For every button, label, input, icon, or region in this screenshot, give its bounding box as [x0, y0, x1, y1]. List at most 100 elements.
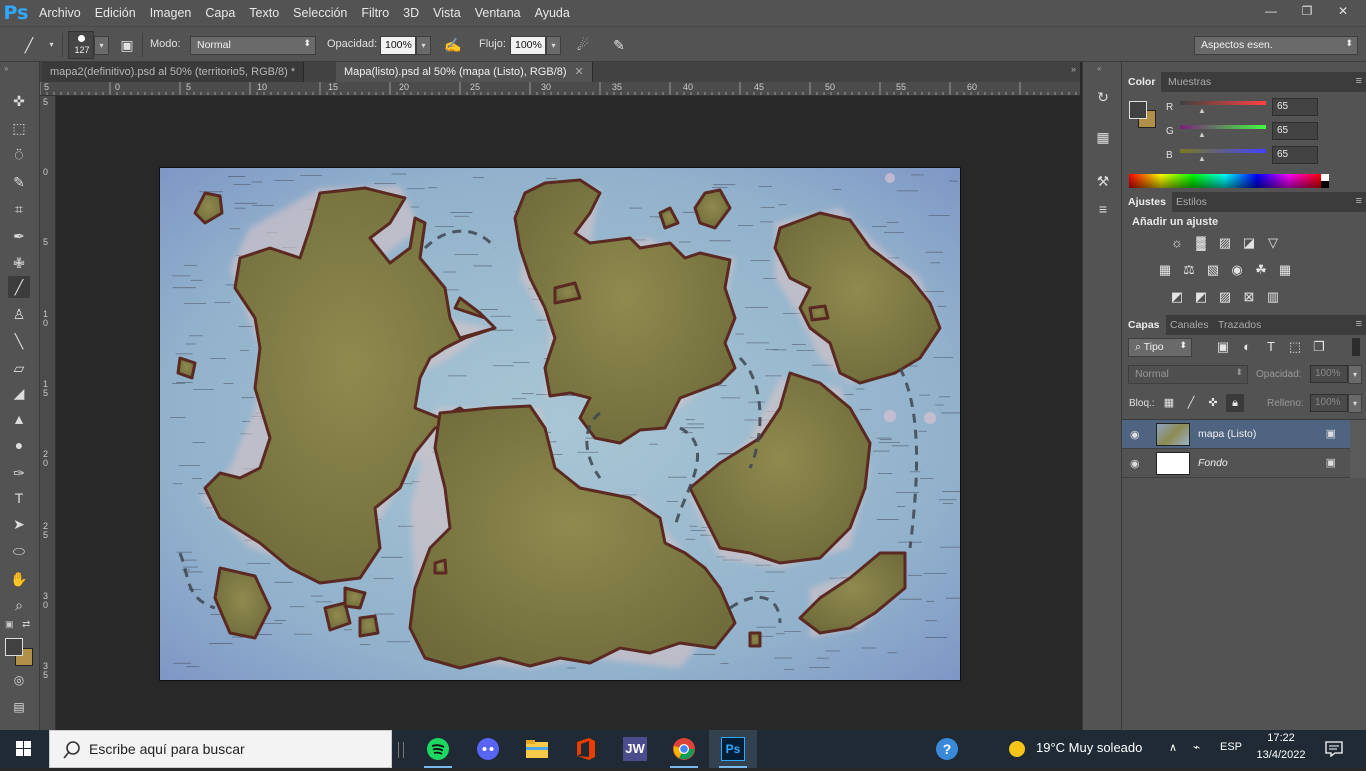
eraser-tool-icon[interactable]: ▱	[8, 357, 30, 379]
r-slider[interactable]	[1180, 101, 1266, 105]
layer-name[interactable]: Fondo	[1198, 457, 1228, 469]
language-indicator[interactable]: ESP	[1220, 741, 1242, 753]
panel-menu-icon[interactable]: ≡	[1356, 75, 1362, 87]
lock-transparent-icon[interactable]: ▦	[1160, 394, 1178, 412]
chrome-icon[interactable]	[660, 730, 708, 768]
opacity-input[interactable]: 100%	[380, 36, 416, 55]
jw-icon[interactable]: JW	[611, 730, 659, 768]
collapse-icon[interactable]: «	[1097, 64, 1101, 73]
gradient-map-icon[interactable]: ▥	[1264, 288, 1282, 306]
layer-row-mapa-listo[interactable]: ◉ mapa (Listo) ▣	[1122, 420, 1350, 449]
pressure-size-icon[interactable]: ✎	[608, 35, 630, 55]
swap-colors-icon[interactable]: ⇄	[22, 619, 30, 630]
close-icon[interactable]: ✕	[1328, 2, 1358, 20]
airbrush-icon[interactable]: ☄	[572, 35, 594, 55]
brush-preset-dropdown[interactable]: ▾	[94, 36, 109, 55]
notifications-icon[interactable]	[1325, 741, 1343, 757]
menu-ventana[interactable]: Ventana	[468, 0, 528, 26]
lock-position-icon[interactable]: ✜	[1204, 394, 1222, 412]
filter-smart-object-icon[interactable]: ❐	[1310, 338, 1328, 356]
menu-ayuda[interactable]: Ayuda	[528, 0, 577, 26]
paint-bucket-tool-icon[interactable]: ◢	[8, 382, 30, 404]
pen-tool-icon[interactable]: ✑	[8, 462, 30, 484]
lock-pixels-icon[interactable]: ╱	[1182, 394, 1200, 412]
fill-input[interactable]: 100%	[1310, 394, 1348, 412]
tab-capas[interactable]: Capas	[1122, 315, 1166, 335]
black-white-swatch[interactable]	[1321, 174, 1329, 188]
menu-seleccion[interactable]: Selección	[286, 0, 354, 26]
help-icon[interactable]: ?	[936, 738, 958, 760]
file-explorer-icon[interactable]	[513, 730, 561, 768]
move-tool-icon[interactable]: ✜	[8, 90, 30, 112]
threshold-icon[interactable]: ▨	[1216, 288, 1234, 306]
menu-imagen[interactable]: Imagen	[143, 0, 199, 26]
r-value[interactable]: 65	[1272, 98, 1318, 116]
network-icon[interactable]: ⌁	[1193, 740, 1200, 754]
levels-icon[interactable]: ▓	[1192, 234, 1210, 252]
slider-thumb-icon[interactable]: ▲	[1198, 106, 1206, 115]
slider-thumb-icon[interactable]: ▲	[1198, 154, 1206, 163]
minimize-icon[interactable]: —	[1256, 2, 1286, 20]
b-slider[interactable]	[1180, 149, 1266, 153]
document-canvas[interactable]	[160, 168, 966, 680]
tool-preset-dropdown[interactable]: ▾	[44, 36, 59, 55]
menu-filtro[interactable]: Filtro	[354, 0, 396, 26]
type-tool-icon[interactable]: T	[8, 487, 30, 509]
start-button[interactable]	[0, 730, 48, 768]
filter-adjustment-icon[interactable]: ◐	[1238, 338, 1256, 356]
menu-archivo[interactable]: Archivo	[32, 0, 88, 26]
flow-dropdown[interactable]: ▾	[546, 36, 561, 55]
foreground-color-swatch[interactable]	[1129, 101, 1147, 119]
brush-preset-picker[interactable]: 127	[68, 31, 94, 59]
invert-icon[interactable]: ◩	[1168, 288, 1186, 306]
collapse-icon[interactable]: »	[1071, 64, 1076, 74]
restore-icon[interactable]: ❐	[1292, 2, 1322, 20]
lasso-tool-icon[interactable]: ⍥	[8, 144, 30, 166]
visibility-eye-icon[interactable]: ◉	[1130, 428, 1140, 441]
menu-3d[interactable]: 3D	[396, 0, 426, 26]
zoom-tool-icon[interactable]: ⌕	[8, 594, 30, 616]
black-white-icon[interactable]: ▧	[1204, 261, 1222, 279]
panel-menu-icon[interactable]: ≡	[1356, 195, 1362, 207]
path-selection-tool-icon[interactable]: ➤	[8, 513, 30, 535]
properties-panel-icon[interactable]: ▦	[1092, 126, 1114, 148]
marquee-tool-icon[interactable]: ⬚	[8, 117, 30, 139]
layer-opacity-input[interactable]: 100%	[1310, 365, 1348, 383]
collapse-icon[interactable]: »	[4, 64, 8, 73]
pressure-opacity-icon[interactable]: ✍	[442, 35, 464, 55]
clone-stamp-tool-icon[interactable]: ♙	[8, 303, 30, 325]
menu-vista[interactable]: Vista	[426, 0, 468, 26]
quick-mask-icon[interactable]: ◎	[8, 669, 30, 691]
photo-filter-icon[interactable]: ◉	[1228, 261, 1246, 279]
tray-chevron-icon[interactable]: ∧	[1169, 741, 1177, 754]
brush-tool-icon[interactable]: ╱	[18, 35, 40, 55]
tab-trazados[interactable]: Trazados	[1212, 315, 1267, 335]
lock-all-icon[interactable]: 🔒︎	[1226, 394, 1244, 412]
tab-canales[interactable]: Canales	[1164, 315, 1215, 335]
channel-mixer-icon[interactable]: ☘	[1252, 261, 1270, 279]
crop-tool-icon[interactable]: ⌗	[8, 198, 30, 220]
history-brush-tool-icon[interactable]: ╲	[8, 330, 30, 352]
filter-type-icon[interactable]: T	[1262, 338, 1280, 356]
color-spectrum-bar[interactable]	[1129, 174, 1321, 188]
menu-edicion[interactable]: Edición	[88, 0, 143, 26]
default-colors-icon[interactable]: ▣	[5, 619, 14, 630]
layer-filter-select[interactable]: ⌕ Tipo ⬍	[1128, 338, 1192, 357]
layer-row-fondo[interactable]: ◉ Fondo ▣	[1122, 449, 1350, 478]
tab-ajustes[interactable]: Ajustes	[1122, 192, 1172, 212]
tab-mapa-listo[interactable]: Mapa(listo).psd al 50% (mapa (Listo), RG…	[336, 62, 593, 82]
brush-tool-icon[interactable]: ╱	[8, 276, 30, 298]
close-tab-icon[interactable]: ✕	[575, 66, 584, 78]
menu-texto[interactable]: Texto	[242, 0, 286, 26]
fill-dropdown[interactable]: ▾	[1348, 394, 1362, 413]
mode-select[interactable]: Normal ⬍	[190, 36, 316, 55]
blur-tool-icon[interactable]: ▲	[8, 408, 30, 430]
color-balance-icon[interactable]: ⚖	[1180, 261, 1198, 279]
tab-muestras[interactable]: Muestras	[1162, 72, 1217, 92]
filter-pixel-icon[interactable]: ▣	[1214, 338, 1232, 356]
filter-shape-icon[interactable]: ⬚	[1286, 338, 1304, 356]
tab-mapa2[interactable]: mapa2(definitivo).psd al 50% (territorio…	[42, 62, 305, 82]
flow-input[interactable]: 100%	[510, 36, 546, 55]
slider-thumb-icon[interactable]: ▲	[1198, 130, 1206, 139]
dodge-tool-icon[interactable]: ●	[8, 434, 30, 456]
